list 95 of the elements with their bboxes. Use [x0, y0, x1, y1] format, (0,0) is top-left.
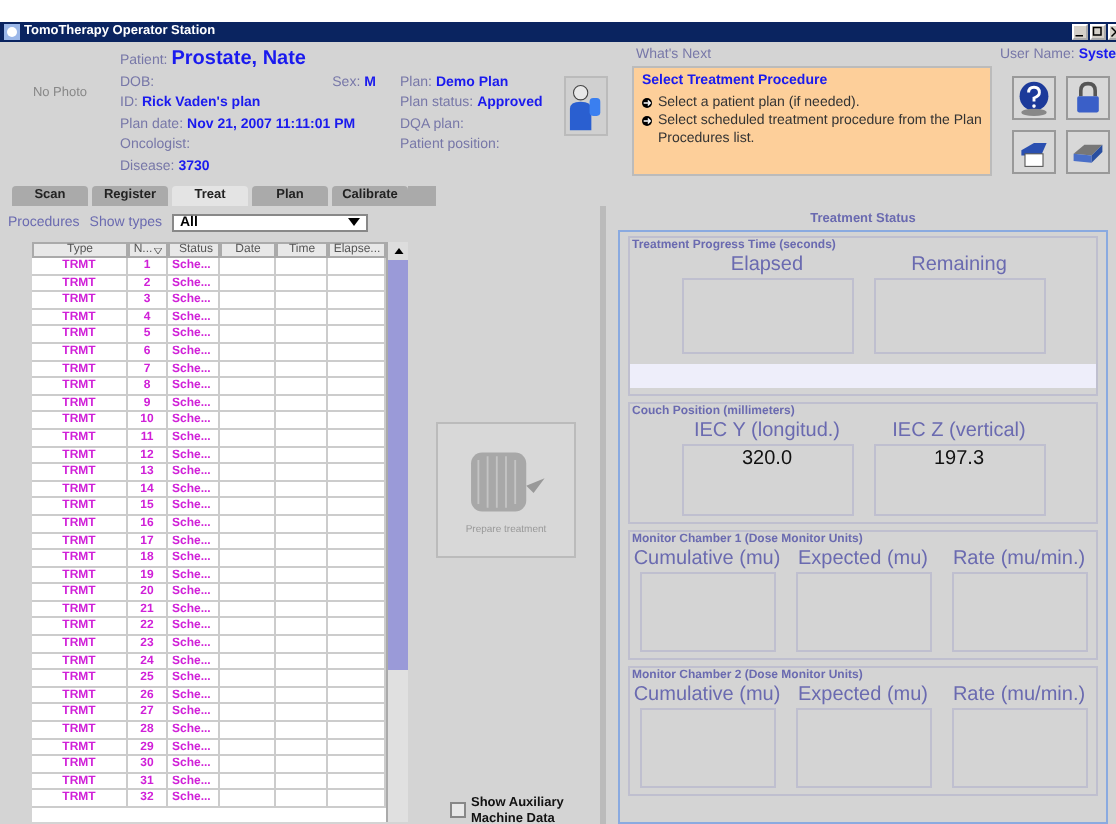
table-cell [276, 653, 328, 671]
table-cell [220, 739, 276, 757]
table-cell [220, 756, 276, 774]
help-icon [1016, 80, 1052, 116]
value-display: 320.0 [681, 444, 853, 516]
table-cell [220, 722, 276, 740]
maximize-icon [1092, 26, 1104, 38]
table-cell [276, 343, 328, 362]
column-label: Cumulative (mu) [633, 682, 781, 708]
table-cell [220, 567, 276, 585]
dropdown-icon [347, 218, 360, 226]
table-cell [220, 687, 276, 705]
table-cell [220, 464, 276, 482]
table-cell [276, 258, 328, 276]
table-cell [276, 498, 328, 516]
table-cell [220, 773, 276, 791]
table-cell [276, 636, 328, 654]
help-button[interactable] [1012, 76, 1056, 120]
table-cell [276, 447, 328, 465]
table-cell [276, 464, 328, 482]
table-cell [276, 584, 328, 602]
table-cell [220, 790, 276, 808]
tab-strip [408, 186, 436, 206]
table-cell [276, 275, 328, 293]
table-cell [220, 618, 276, 637]
person-icon [568, 81, 604, 131]
column-label: Cumulative (mu) [633, 546, 781, 572]
column-label: Remaining [911, 252, 1007, 278]
table-cell [220, 533, 276, 551]
patient-name: Prostate, Nate [171, 48, 306, 70]
patient-button[interactable] [564, 76, 608, 136]
table-cell [276, 533, 328, 551]
table-cell [220, 343, 276, 362]
table-cell [276, 670, 328, 688]
value-display: 197.3 [873, 444, 1045, 516]
table-cell [276, 687, 328, 705]
table-cell [276, 601, 328, 619]
table-cell [220, 258, 276, 276]
lock-button[interactable] [1066, 76, 1110, 120]
table-cell [220, 601, 276, 619]
scanner-button[interactable] [1066, 130, 1110, 174]
table-cell [276, 704, 328, 723]
table-cell [276, 550, 328, 568]
table-cell [276, 378, 328, 396]
table-cell [276, 412, 328, 430]
table-cell [220, 515, 276, 533]
table-cell [276, 292, 328, 310]
table-cell [276, 481, 328, 499]
table-cell [220, 704, 276, 723]
scroll-bar[interactable] [386, 242, 408, 822]
table-cell [220, 670, 276, 688]
table-cell [276, 722, 328, 740]
arrow-icon [642, 98, 652, 108]
table-cell [276, 395, 328, 413]
column-label: IEC Y (longitud.) [693, 418, 840, 444]
table-cell [220, 378, 276, 396]
maximize-button[interactable] [1090, 24, 1106, 40]
table-cell [276, 326, 328, 344]
table-cell [220, 292, 276, 310]
column-label: Elapsed [730, 252, 804, 278]
table-cell [276, 361, 328, 379]
table-cell [276, 429, 328, 448]
table-cell [276, 309, 328, 327]
checkbox[interactable] [449, 802, 465, 818]
table-cell [220, 550, 276, 568]
column-label: Rate (mu/min.) [952, 546, 1086, 572]
table-cell [220, 275, 276, 293]
arrow-icon [642, 116, 652, 126]
table-cell [276, 567, 328, 585]
print-button[interactable] [1012, 130, 1056, 174]
table-cell [220, 412, 276, 430]
table-cell [220, 395, 276, 413]
table-cell [220, 653, 276, 671]
table-cell [276, 756, 328, 774]
column-label: Expected (mu) [797, 546, 929, 572]
table-cell [220, 361, 276, 379]
table-cell [276, 618, 328, 637]
column-label: Rate (mu/min.) [952, 682, 1086, 708]
table-cell [276, 773, 328, 791]
table-cell [220, 481, 276, 499]
table-cell [220, 326, 276, 344]
table-cell [220, 498, 276, 516]
sort-icon [154, 247, 163, 253]
scroll-up-icon [393, 248, 403, 254]
column-label: IEC Z (vertical) [892, 418, 1026, 444]
column-label: Expected (mu) [797, 682, 929, 708]
table-cell [220, 309, 276, 327]
table-cell [220, 584, 276, 602]
table-cell [220, 429, 276, 448]
table-cell [276, 515, 328, 533]
table-cell [276, 790, 328, 808]
table-cell [276, 739, 328, 757]
table-cell [220, 636, 276, 654]
minimize-button[interactable] [1072, 24, 1088, 40]
table-cell [220, 447, 276, 465]
